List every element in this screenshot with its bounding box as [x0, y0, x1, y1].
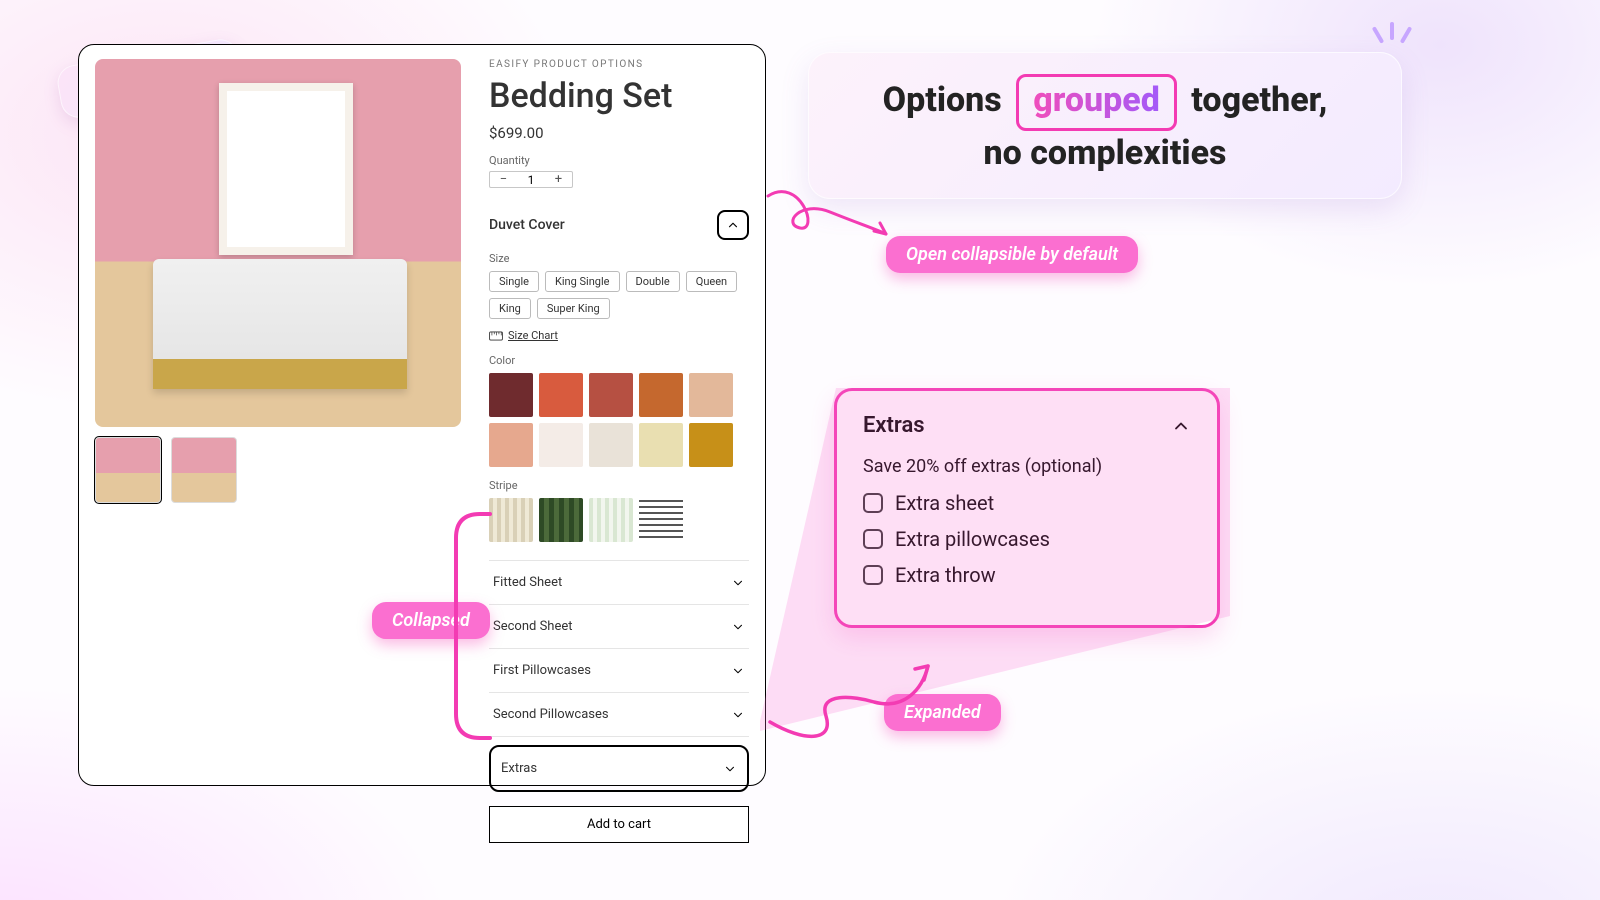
extras-title: Extras [863, 413, 925, 438]
accordion-label: Extras [501, 761, 537, 776]
extras-option-label: Extra throw [895, 563, 996, 587]
product-hero-image [95, 59, 461, 427]
accordion-first-pillowcases[interactable]: First Pillowcases [489, 649, 749, 693]
size-chart-text: Size Chart [508, 329, 558, 342]
accordion-fitted-sheet[interactable]: Fitted Sheet [489, 561, 749, 605]
extras-panel: Extras Save 20% off extras (optional) Ex… [834, 388, 1220, 628]
size-chart-link[interactable]: Size Chart [489, 329, 749, 342]
chevron-down-icon [731, 664, 745, 678]
accordion-label: Fitted Sheet [493, 575, 562, 590]
chevron-up-icon [726, 218, 740, 232]
chevron-down-icon [731, 620, 745, 634]
group-duvet-title: Duvet Cover [489, 217, 565, 233]
product-price: $699.00 [489, 124, 749, 142]
size-chip-king[interactable]: King [489, 298, 531, 319]
accordion-second-pillowcases[interactable]: Second Pillowcases [489, 693, 749, 737]
product-brand: EASIFY PRODUCT OPTIONS [489, 59, 749, 70]
extras-option-extra-throw[interactable]: Extra throw [863, 563, 1191, 587]
product-title: Bedding Set [489, 76, 749, 116]
checkbox-icon [863, 529, 883, 549]
headline-pre: Options [883, 80, 1002, 120]
extras-option-extra-pillowcases[interactable]: Extra pillowcases [863, 527, 1191, 551]
color-swatch-7[interactable] [589, 423, 633, 467]
size-chip-single[interactable]: Single [489, 271, 539, 292]
stripe-swatches [489, 498, 749, 542]
pill-open-default: Open collapsible by default [886, 236, 1138, 273]
extras-option-label: Extra pillowcases [895, 527, 1050, 551]
stripe-swatch-2[interactable] [589, 498, 633, 542]
color-swatch-5[interactable] [489, 423, 533, 467]
stripe-label: Stripe [489, 479, 749, 492]
add-to-cart-button[interactable]: Add to cart [489, 806, 749, 843]
size-label: Size [489, 252, 749, 265]
product-gallery [95, 59, 461, 771]
size-chips: Single King Single Double Queen King Super Ki… [489, 271, 749, 319]
accordion-extras[interactable]: Extras [489, 745, 749, 792]
pill-collapsed: Collapsed [372, 602, 490, 639]
qty-decrement[interactable]: − [490, 172, 517, 187]
checkbox-icon [863, 493, 883, 513]
color-swatch-9[interactable] [689, 423, 733, 467]
accordion-label: Second Pillowcases [493, 707, 609, 722]
size-chip-super-king[interactable]: Super King [537, 298, 610, 319]
color-swatch-0[interactable] [489, 373, 533, 417]
size-chip-king-single[interactable]: King Single [545, 271, 620, 292]
color-swatch-3[interactable] [639, 373, 683, 417]
color-swatch-1[interactable] [539, 373, 583, 417]
headline-banner: Options grouped together, no complexitie… [808, 52, 1402, 199]
checkbox-icon [863, 565, 883, 585]
stripe-swatch-3[interactable] [639, 498, 683, 542]
option-accordion: Fitted Sheet Second Sheet First Pillowcase… [489, 560, 749, 792]
color-swatch-4[interactable] [689, 373, 733, 417]
headline-post: together, [1191, 80, 1327, 120]
accordion-second-sheet[interactable]: Second Sheet [489, 605, 749, 649]
ruler-icon [489, 331, 503, 341]
group-duvet-toggle[interactable] [717, 210, 749, 240]
thumbnail-2[interactable] [171, 437, 237, 503]
product-details: EASIFY PRODUCT OPTIONS Bedding Set $699.… [489, 59, 749, 771]
pill-expanded: Expanded [884, 694, 1001, 731]
headline-box: grouped [1016, 74, 1177, 131]
size-chip-queen[interactable]: Queen [686, 271, 737, 292]
chevron-down-icon [731, 576, 745, 590]
product-card: EASIFY PRODUCT OPTIONS Bedding Set $699.… [78, 44, 766, 786]
extras-option-label: Extra sheet [895, 491, 994, 515]
chevron-up-icon[interactable] [1171, 416, 1191, 436]
stripe-swatch-1[interactable] [539, 498, 583, 542]
extras-subtitle: Save 20% off extras (optional) [863, 456, 1191, 477]
color-label: Color [489, 354, 749, 367]
headline-line2: no complexities [838, 133, 1372, 173]
color-swatch-6[interactable] [539, 423, 583, 467]
color-swatch-2[interactable] [589, 373, 633, 417]
accordion-label: Second Sheet [493, 619, 573, 634]
qty-increment[interactable]: + [545, 172, 572, 187]
quantity-stepper[interactable]: − + [489, 171, 573, 188]
thumbnail-1[interactable] [95, 437, 161, 503]
chevron-down-icon [723, 762, 737, 776]
group-duvet-header: Duvet Cover [489, 210, 749, 240]
color-swatches [489, 373, 749, 467]
stripe-swatch-0[interactable] [489, 498, 533, 542]
color-swatch-8[interactable] [639, 423, 683, 467]
chevron-down-icon [731, 708, 745, 722]
extras-option-extra-sheet[interactable]: Extra sheet [863, 491, 1191, 515]
quantity-label: Quantity [489, 154, 749, 167]
accordion-label: First Pillowcases [493, 663, 591, 678]
size-chip-double[interactable]: Double [626, 271, 680, 292]
qty-input[interactable] [517, 172, 545, 187]
